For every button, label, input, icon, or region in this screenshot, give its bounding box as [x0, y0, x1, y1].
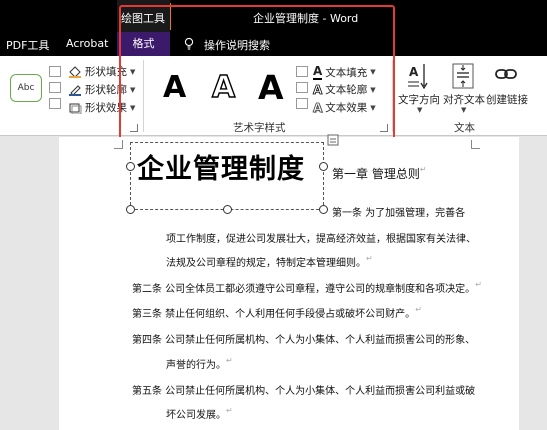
- body-line: 第三条 禁止任何组织、个人利用任何手段侵占或破坏公司财产。 ↵: [132, 305, 422, 320]
- paint-bucket-icon: [69, 65, 81, 78]
- paragraph-mark: ↵: [226, 406, 233, 415]
- shape-style-preview[interactable]: Abc: [10, 74, 42, 102]
- resize-handle[interactable]: [319, 162, 328, 171]
- body-line-text: 项工作制度，促进公司发展壮大，提高经济效益，根据国家有关法律、: [166, 234, 476, 245]
- paragraph-mark: ↵: [419, 165, 427, 174]
- pen-outline-icon: [69, 84, 81, 96]
- paragraph-mark: ↵: [475, 280, 482, 289]
- wordart-title[interactable]: 企业管理制度: [137, 147, 305, 186]
- page-corner-mark: [114, 140, 123, 149]
- chapter-heading-text: 第一章 管理总则: [332, 167, 420, 181]
- text-direction-icon: A: [408, 64, 428, 90]
- svg-text:A: A: [409, 65, 419, 79]
- scroll-down-button[interactable]: [49, 82, 61, 93]
- shape-effects-icon: [69, 103, 82, 114]
- chapter-heading: 第一章 管理总则 ↵: [332, 165, 427, 182]
- resize-handle[interactable]: [223, 205, 232, 214]
- body-line: 第四条 公司禁止任何所属机构、个人为小集体、个人利益而损害公司的形象、: [132, 331, 475, 346]
- body-line-text: 坏公司发展。: [166, 410, 226, 421]
- resize-handle[interactable]: [126, 205, 135, 214]
- chevron-down-icon: ▼: [417, 106, 423, 114]
- page-corner-mark: [471, 140, 480, 149]
- body-line-text: 第三条 禁止任何组织、个人利用任何手段侵占或破坏公司财产。: [132, 309, 416, 320]
- body-line-text: 第二条 公司全体员工都必须遵守公司章程，遵守公司的规章制度和各项决定。: [132, 284, 476, 295]
- scroll-up-button[interactable]: [49, 66, 61, 77]
- body-line: 第五条 公司禁止任何所属机构、个人为小集体、个人利益而损害公司利益或破: [132, 382, 475, 397]
- body-line-text: 法规及公司章程的规定，特制定本管理细则。: [166, 258, 366, 269]
- body-line: 法规及公司章程的规定，特制定本管理细则。 ↵: [166, 254, 373, 269]
- body-line-text: 第四条 公司禁止任何所属机构、个人为小集体、个人利益而损害公司的形象、: [132, 335, 476, 346]
- tab-pdf-tools[interactable]: PDF工具: [6, 37, 49, 53]
- text-direction-button[interactable]: 文字方向: [398, 92, 440, 107]
- body-line: 声誉的行为。 ↵: [166, 356, 233, 371]
- text-group-label: 文本: [454, 122, 475, 134]
- resize-handle[interactable]: [319, 205, 328, 214]
- body-line: 第一条 为了加强管理，完善各: [332, 204, 465, 219]
- more-styles-button[interactable]: [49, 98, 61, 109]
- body-line: 坏公司发展。 ↵: [166, 406, 233, 421]
- align-text-button[interactable]: 对齐文本: [443, 92, 485, 107]
- align-text-icon: [452, 63, 474, 89]
- tab-acrobat[interactable]: Acrobat: [66, 37, 108, 50]
- layout-options-icon[interactable]: [327, 134, 339, 146]
- create-link-button[interactable]: 创建链接: [486, 92, 528, 107]
- body-line-text: 第五条 公司禁止任何所属机构、个人为小集体、个人利益而损害公司利益或破: [132, 386, 476, 397]
- paragraph-mark: ↵: [226, 356, 233, 365]
- highlight-annotation: [119, 5, 395, 142]
- chevron-down-icon: ▼: [461, 106, 467, 114]
- body-line-text: 第一条 为了加强管理，完善各: [332, 208, 466, 219]
- paragraph-mark: ↵: [366, 254, 373, 263]
- body-line-text: 声誉的行为。: [166, 360, 226, 371]
- body-line: 项工作制度，促进公司发展壮大，提高经济效益，根据国家有关法律、: [166, 230, 476, 245]
- paragraph-mark: ↵: [415, 305, 422, 314]
- body-line: 第二条 公司全体员工都必须遵守公司章程，遵守公司的规章制度和各项决定。 ↵: [132, 280, 482, 295]
- link-chain-icon: [495, 69, 517, 79]
- resize-handle[interactable]: [126, 162, 135, 171]
